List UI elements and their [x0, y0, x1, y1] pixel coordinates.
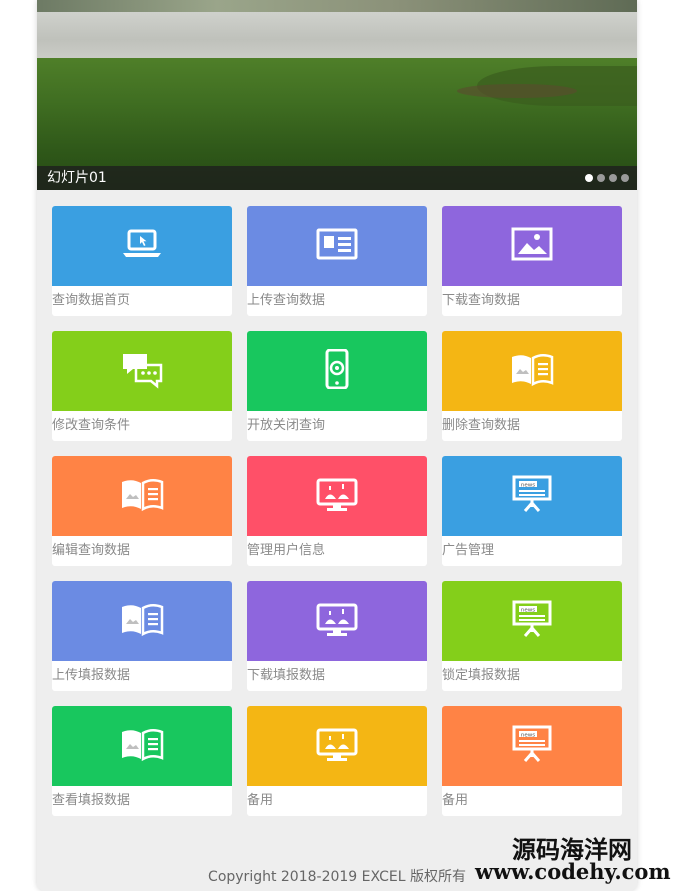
menu-tile-label[interactable]: 上传填报数据 [52, 661, 232, 691]
menu-tile[interactable]: news 广告管理 [442, 456, 622, 566]
menu-tile[interactable]: 管理用户信息 [247, 456, 427, 566]
slideshow-caption-bar: 幻灯片01 [37, 166, 637, 190]
menu-tile[interactable]: 上传填报数据 [52, 581, 232, 691]
menu-tile-label[interactable]: 上传查询数据 [247, 286, 427, 316]
slideshow-dot[interactable] [621, 174, 629, 182]
menu-tile-label[interactable]: 管理用户信息 [247, 536, 427, 566]
menu-tile[interactable]: 修改查询条件 [52, 331, 232, 441]
phone-icon [315, 348, 359, 393]
page-container: 幻灯片01 查询数据首页 上传查询数据 下载查询数据修改查询条件 开放关闭查询 删除查询… [37, 0, 637, 891]
book-icon [120, 599, 164, 643]
menu-tile-icon-area[interactable] [52, 331, 232, 411]
menu-tile-icon-area[interactable]: news [442, 456, 622, 536]
news-board-icon: news [510, 474, 554, 518]
menu-tile-label[interactable]: 广告管理 [442, 536, 622, 566]
svg-text:news: news [521, 482, 535, 488]
menu-tile-icon-area[interactable] [52, 581, 232, 661]
id-card-icon [315, 224, 359, 268]
menu-tile-label[interactable]: 备用 [442, 786, 622, 816]
slideshow-banner[interactable]: 幻灯片01 [37, 0, 637, 190]
slideshow-dots [585, 174, 629, 182]
menu-tile[interactable]: 下载填报数据 [247, 581, 427, 691]
menu-tile-label[interactable]: 编辑查询数据 [52, 536, 232, 566]
menu-tile-label[interactable]: 删除查询数据 [442, 411, 622, 441]
menu-tile[interactable]: 编辑查询数据 [52, 456, 232, 566]
chat-icon [120, 349, 164, 393]
menu-tile-label[interactable]: 锁定填报数据 [442, 661, 622, 691]
laptop-icon [120, 224, 164, 268]
menu-tile-label[interactable]: 查询数据首页 [52, 286, 232, 316]
book-icon [120, 474, 164, 518]
menu-tile-icon-area[interactable] [442, 206, 622, 286]
book-icon [510, 349, 554, 393]
menu-tile[interactable]: 开放关闭查询 [247, 331, 427, 441]
banner-image-mud [457, 84, 577, 98]
monitor-icon [315, 724, 359, 768]
menu-tile[interactable]: 删除查询数据 [442, 331, 622, 441]
menu-tile[interactable]: 查看填报数据 [52, 706, 232, 816]
menu-tile-label[interactable]: 修改查询条件 [52, 411, 232, 441]
image-icon [510, 224, 554, 268]
menu-tile[interactable]: 备用 [247, 706, 427, 816]
slideshow-dot[interactable] [609, 174, 617, 182]
menu-tile[interactable]: news 锁定填报数据 [442, 581, 622, 691]
slideshow-dot[interactable] [585, 174, 593, 182]
menu-tile[interactable]: news 备用 [442, 706, 622, 816]
menu-grid: 查询数据首页 上传查询数据 下载查询数据修改查询条件 开放关闭查询 删除查询数据编辑查询… [52, 206, 622, 816]
menu-tile-icon-area[interactable] [247, 706, 427, 786]
menu-tile-label[interactable]: 开放关闭查询 [247, 411, 427, 441]
menu-tile-icon-area[interactable] [247, 331, 427, 411]
monitor-icon [315, 599, 359, 643]
menu-tile-icon-area[interactable] [52, 206, 232, 286]
menu-tile-icon-area[interactable] [442, 331, 622, 411]
menu-tile-label[interactable]: 下载填报数据 [247, 661, 427, 691]
menu-tile-icon-area[interactable] [247, 456, 427, 536]
monitor-icon [315, 474, 359, 518]
svg-text:news: news [521, 607, 535, 613]
slideshow-caption: 幻灯片01 [47, 170, 107, 186]
menu-tile[interactable]: 上传查询数据 [247, 206, 427, 316]
book-icon [120, 724, 164, 768]
menu-tile-icon-area[interactable] [52, 706, 232, 786]
menu-tile-icon-area[interactable] [52, 456, 232, 536]
watermark-url: www.codehy.com [475, 859, 671, 884]
menu-tile-label[interactable]: 备用 [247, 786, 427, 816]
news-board-icon: news [510, 599, 554, 643]
menu-tile-label[interactable]: 查看填报数据 [52, 786, 232, 816]
menu-tile-label[interactable]: 下载查询数据 [442, 286, 622, 316]
svg-text:news: news [521, 732, 535, 738]
menu-tile-icon-area[interactable] [247, 581, 427, 661]
menu-tile-icon-area[interactable]: news [442, 706, 622, 786]
slideshow-dot[interactable] [597, 174, 605, 182]
news-board-icon: news [510, 724, 554, 768]
menu-tile[interactable]: 下载查询数据 [442, 206, 622, 316]
menu-tile-icon-area[interactable]: news [442, 581, 622, 661]
menu-tile-icon-area[interactable] [247, 206, 427, 286]
menu-tile[interactable]: 查询数据首页 [52, 206, 232, 316]
